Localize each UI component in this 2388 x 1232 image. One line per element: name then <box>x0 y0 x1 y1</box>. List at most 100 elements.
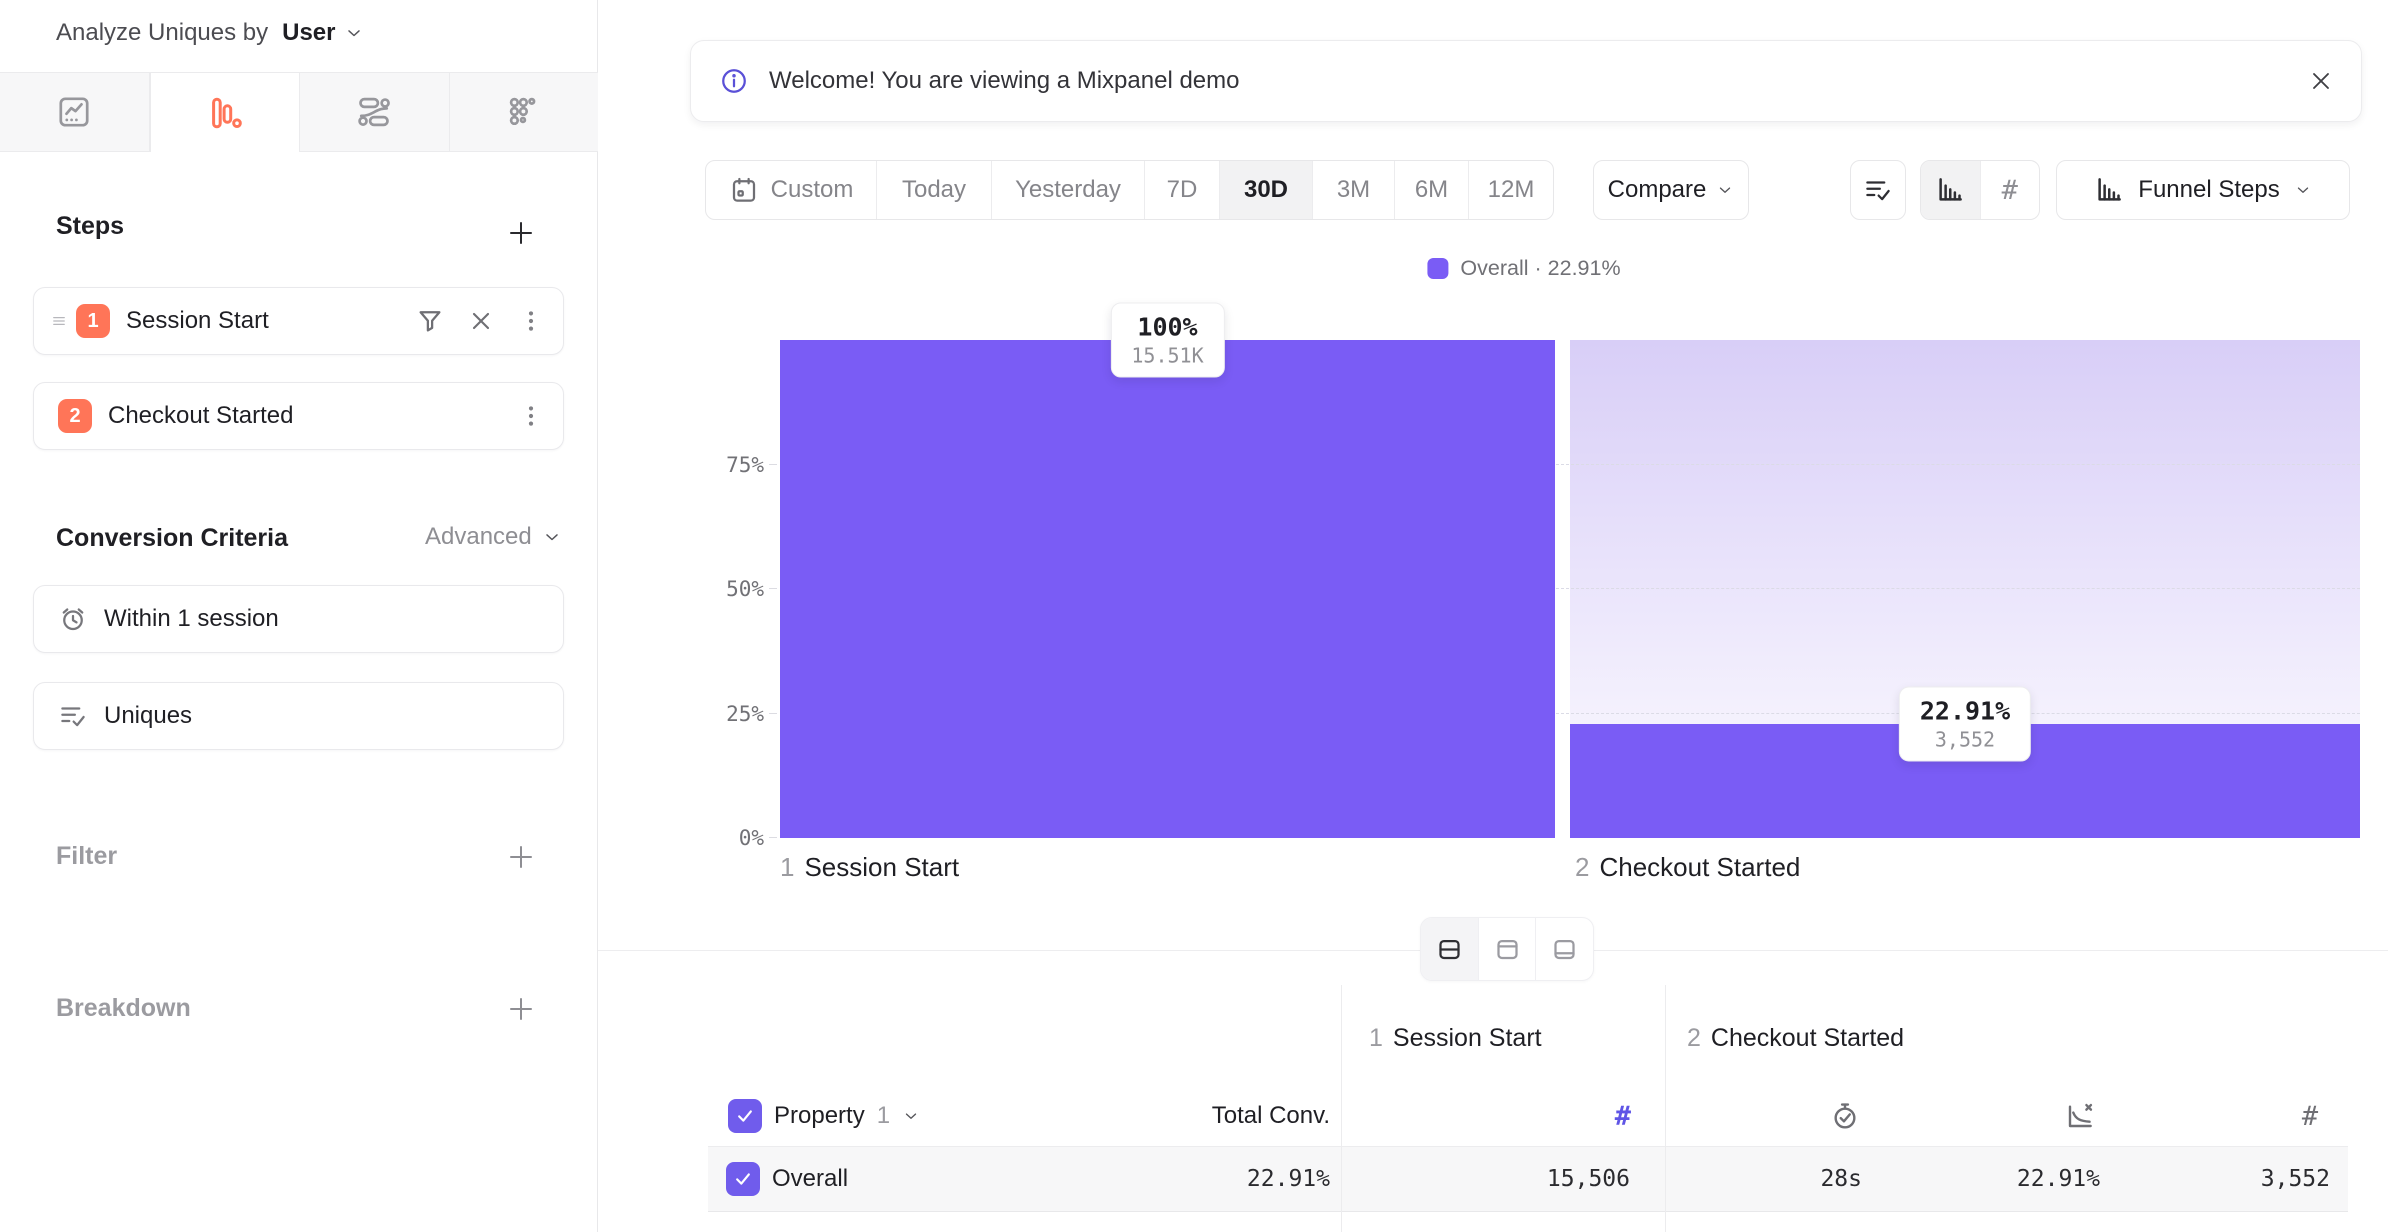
counting-method-card[interactable]: Uniques <box>33 682 564 750</box>
breakdown-title: Breakdown <box>56 994 191 1023</box>
banner-message: Welcome! You are viewing a Mixpanel demo <box>769 67 1239 95</box>
drag-handle-icon[interactable] <box>50 312 68 330</box>
banner-close-button[interactable] <box>2307 67 2335 95</box>
date-range-label: 30D <box>1244 176 1288 204</box>
legend-value: 22.91% <box>1548 256 1621 280</box>
filter-title: Filter <box>56 842 117 871</box>
table-column-divider <box>1665 985 1666 1232</box>
legend-series-label: Overall <box>1460 256 1528 280</box>
step-card-checkout-started[interactable]: 2 Checkout Started <box>33 382 564 450</box>
advanced-dropdown[interactable]: Advanced <box>425 523 562 551</box>
x-axis-step-label: 1 Session Start <box>780 852 959 883</box>
chevron-down-icon <box>2294 181 2312 199</box>
chart-type-label: Funnel Steps <box>2138 176 2279 204</box>
toggle-percent-bars[interactable] <box>1921 161 1981 219</box>
y-axis-tick-label: 75% <box>726 453 764 477</box>
count-column-icon-selected[interactable]: # <box>1587 1099 1631 1133</box>
alarm-clock-icon <box>58 604 88 634</box>
chevron-down-icon <box>902 1107 920 1125</box>
y-axis-tick-label: 50% <box>726 577 764 601</box>
counting-method-label: Uniques <box>104 702 192 730</box>
step-more-button[interactable] <box>517 307 545 335</box>
bar-chart-icon <box>1935 175 1965 205</box>
property-index: 1 <box>877 1102 890 1130</box>
y-axis-tick-label: 25% <box>726 702 764 726</box>
date-range-label: Today <box>902 176 966 204</box>
cell-step2-conversion-rate: 22.91% <box>1900 1147 2100 1211</box>
count-column-icon[interactable]: # <box>2292 1099 2328 1133</box>
date-range-3m[interactable]: 3M <box>1313 161 1395 219</box>
legend-separator: · <box>1535 256 1542 280</box>
date-range-today[interactable]: Today <box>877 161 992 219</box>
step-number: 1 <box>780 852 794 882</box>
layout-table-only-button[interactable] <box>1536 918 1593 980</box>
analyze-by-row: Analyze Uniques by User <box>56 10 364 56</box>
tooltip-count: 15.51K <box>1131 344 1203 368</box>
step-label: Session Start <box>126 307 269 335</box>
add-filter-button[interactable] <box>504 840 538 874</box>
property-dropdown[interactable] <box>902 1107 920 1125</box>
step-name: Session Start <box>804 852 959 882</box>
tab-retention[interactable] <box>450 73 599 151</box>
layout-chart-only-button[interactable] <box>1479 918 1537 980</box>
panel-layout-toggle <box>1420 917 1594 981</box>
conversion-rate-column-icon[interactable] <box>2062 1099 2098 1133</box>
advanced-label: Advanced <box>425 523 532 551</box>
step-card-session-start[interactable]: 1 Session Start <box>33 287 564 355</box>
mixpanel-funnels-page: Analyze Uniques by User <box>0 0 2388 1232</box>
group-number: 1 <box>1369 1024 1383 1052</box>
compare-dropdown[interactable]: Compare <box>1593 160 1749 220</box>
conversion-criteria-title: Conversion Criteria <box>56 524 288 553</box>
step-more-button[interactable] <box>517 402 545 430</box>
tooltip-percent: 100% <box>1131 313 1203 342</box>
avg-time-column-icon[interactable] <box>1827 1099 1863 1133</box>
layout-top-panel-icon <box>1494 936 1521 963</box>
add-step-button[interactable] <box>504 216 538 250</box>
tab-funnels[interactable] <box>150 73 301 152</box>
step-filter-button[interactable] <box>415 306 445 336</box>
y-axis-tick-label: 0% <box>739 826 764 850</box>
toggle-absolute-numbers[interactable]: # <box>1981 161 2040 219</box>
select-all-checkbox[interactable] <box>728 1099 762 1133</box>
value-display-toggle: # <box>1920 160 2040 220</box>
analyze-by-dropdown[interactable]: User <box>282 19 363 47</box>
hash-icon: # <box>2002 175 2018 206</box>
date-range-6m[interactable]: 6M <box>1395 161 1469 219</box>
layout-split-icon <box>1436 936 1463 963</box>
date-range-group: Custom Today Yesterday 7D 30D 3M 6M 12M <box>705 160 1554 220</box>
filter-funnel-icon <box>415 306 445 336</box>
funnel-steps-chart-icon <box>2094 175 2124 205</box>
flows-icon <box>356 94 392 130</box>
add-breakdown-button[interactable] <box>504 992 538 1026</box>
cell-total-conversion: 22.91% <box>1128 1147 1330 1211</box>
date-range-custom[interactable]: Custom <box>706 161 877 219</box>
tooltip-percent: 22.91% <box>1920 696 2010 725</box>
group-name: Checkout Started <box>1711 1024 1904 1052</box>
kebab-menu-icon <box>517 402 545 430</box>
date-range-12m[interactable]: 12M <box>1469 161 1553 219</box>
date-range-7d[interactable]: 7D <box>1145 161 1220 219</box>
layout-split-view-button[interactable] <box>1421 918 1479 980</box>
date-range-30d[interactable]: 30D <box>1220 161 1313 219</box>
bar-value-tooltip: 22.91% 3,552 <box>1899 686 2031 761</box>
compare-label: Compare <box>1608 176 1707 204</box>
retention-icon <box>506 94 542 130</box>
y-axis-tick-mark <box>769 588 777 589</box>
row-checkbox[interactable] <box>726 1162 760 1196</box>
uniques-list-check-icon <box>58 701 88 731</box>
y-axis-tick-mark <box>769 713 777 714</box>
report-type-tabbar <box>0 72 598 152</box>
counting-method-toolbar-button[interactable] <box>1850 160 1906 220</box>
conversion-window-card[interactable]: Within 1 session <box>33 585 564 653</box>
table-row-overall[interactable]: Overall 22.91% 15,506 28s 22.91% 3,552 <box>708 1146 2348 1212</box>
x-axis-step-label: 2Checkout Started <box>1575 852 1800 883</box>
tab-insights[interactable] <box>0 73 150 151</box>
funnel-bar-session-start[interactable]: 100% 15.51K <box>780 340 1555 838</box>
step-remove-button[interactable] <box>467 307 495 335</box>
tab-flows[interactable] <box>300 73 450 151</box>
date-range-yesterday[interactable]: Yesterday <box>992 161 1145 219</box>
cell-step1-count: 15,506 <box>1428 1147 1630 1211</box>
legend-item-overall[interactable]: Overall · 22.91% <box>1427 256 1620 281</box>
funnel-bar-checkout-started[interactable]: 22.91% 3,552 <box>1570 340 2360 838</box>
chart-type-dropdown[interactable]: Funnel Steps <box>2056 160 2350 220</box>
